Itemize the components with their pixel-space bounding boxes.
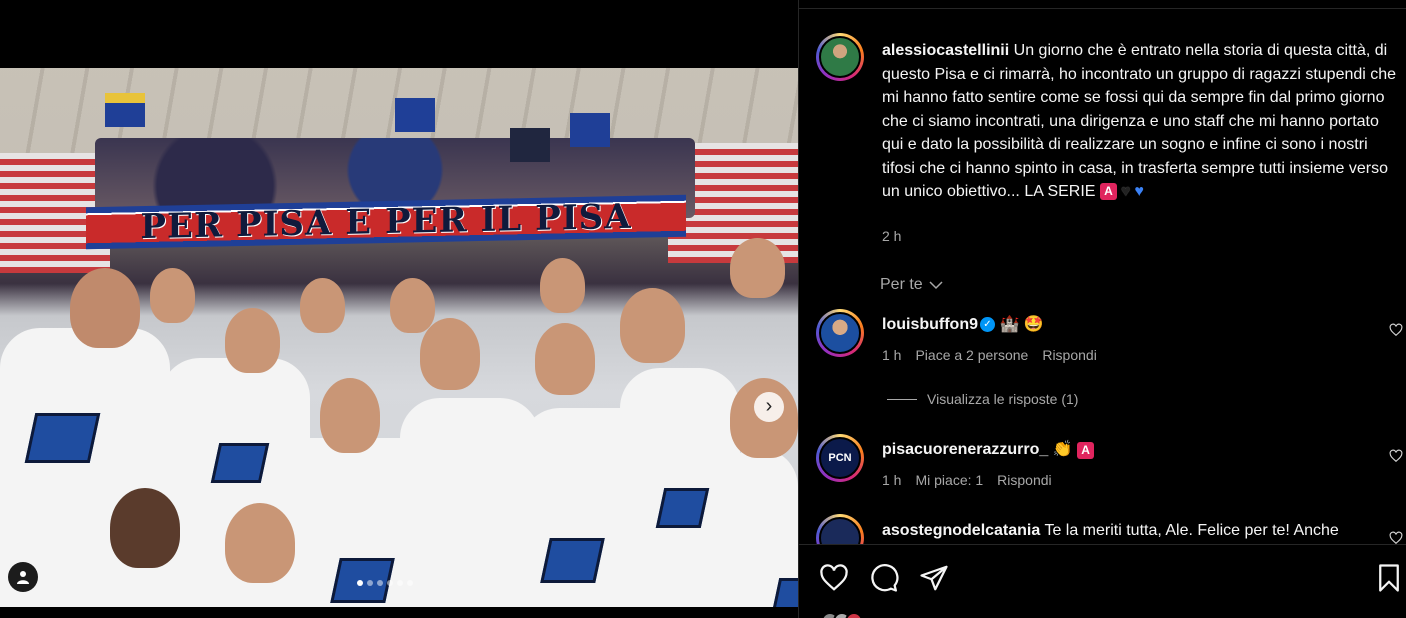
comment-meta: 1 h Piace a 2 persone Rispondi [882, 347, 1097, 363]
pcn-logo: PCN [819, 437, 861, 479]
comment-text: 🏰 🤩 [999, 316, 1044, 333]
share-icon[interactable] [919, 563, 949, 593]
caption-text: Un giorno che è entrato nella storia di … [882, 42, 1397, 200]
flag-decoration [395, 98, 435, 132]
carousel-dot [387, 580, 393, 586]
user-icon [17, 571, 29, 584]
comment-meta: 1 h Mi piace: 1 Rispondi [882, 472, 1052, 488]
carousel-dot [357, 580, 363, 586]
comment-item: pisacuorenerazzurro_ 👏 A [882, 439, 1382, 461]
view-replies-label: Visualizza le risposte (1) [927, 391, 1079, 407]
flag-decoration [510, 128, 550, 162]
sort-label: Per te [880, 276, 923, 293]
carousel-dot [397, 580, 403, 586]
liker-avatars[interactable] [821, 612, 863, 618]
liker-avatar [845, 612, 863, 618]
black-heart-icon: ♥ [1120, 183, 1131, 201]
carousel-dot [367, 580, 373, 586]
like-comment-heart-icon[interactable] [1389, 531, 1403, 544]
caption-timestamp[interactable]: 2 h [882, 228, 901, 244]
comment-username[interactable]: louisbuffon9 [882, 316, 978, 333]
clap-emoji: 👏 [1052, 441, 1073, 458]
post-actions [819, 563, 949, 593]
comment-time[interactable]: 1 h [882, 347, 901, 363]
carousel-dots [357, 580, 413, 586]
comment-text: Te la meriti tutta, Ale. Felice per te! … [1044, 522, 1339, 539]
reply-button[interactable]: Rispondi [997, 472, 1051, 488]
comment-username[interactable]: asostegnodelcatania [882, 522, 1040, 539]
flag-decoration [105, 93, 145, 127]
carousel-dot [407, 580, 413, 586]
a-badge-icon: A [1077, 442, 1095, 459]
carousel-dot [377, 580, 383, 586]
a-badge-icon: A [1099, 183, 1117, 201]
comment-likes[interactable]: Mi piace: 1 [915, 472, 983, 488]
like-comment-heart-icon[interactable] [1389, 449, 1403, 463]
like-heart-icon[interactable] [819, 563, 849, 593]
author-avatar[interactable] [816, 33, 864, 81]
commenter-avatar[interactable] [816, 514, 864, 544]
post-photo[interactable]: PER PISA E PER IL PISA › [0, 68, 798, 607]
comment-item: louisbuffon9 ✓ 🏰 🤩 [882, 314, 1382, 336]
comment-item: asostegnodelcatania Te la meriti tutta, … [882, 520, 1382, 542]
view-replies-button[interactable]: Visualizza le risposte (1) [887, 391, 1078, 407]
reply-button[interactable]: Rispondi [1042, 347, 1096, 363]
bookmark-icon[interactable] [1374, 563, 1404, 593]
flag-decoration [570, 113, 610, 147]
commenter-avatar[interactable] [816, 309, 864, 357]
comment-sort-dropdown[interactable]: Per te [880, 276, 943, 294]
like-comment-heart-icon[interactable] [1389, 323, 1403, 337]
tagged-users-button[interactable] [8, 562, 38, 592]
blue-heart-icon: ♥ [1134, 183, 1144, 201]
commenter-avatar[interactable]: PCN [816, 434, 864, 482]
carousel-next-button[interactable]: › [754, 392, 784, 422]
actions-divider [799, 544, 1406, 545]
caption-username[interactable]: alessiocastellinii [882, 42, 1009, 59]
comment-time[interactable]: 1 h [882, 472, 901, 488]
post-side-panel: alessiocastellinii Un giorno che è entra… [799, 9, 1406, 618]
post-media-panel: PER PISA E PER IL PISA › [0, 0, 798, 618]
comment-clip: asostegnodelcatania Te la meriti tutta, … [799, 509, 1406, 544]
post-caption: alessiocastellinii Un giorno che è entra… [882, 39, 1402, 204]
verified-badge-icon: ✓ [979, 317, 995, 333]
players-group [0, 238, 798, 607]
comment-username[interactable]: pisacuorenerazzurro_ [882, 441, 1048, 458]
comment-likes[interactable]: Piace a 2 persone [915, 347, 1028, 363]
comment-icon[interactable] [869, 563, 899, 593]
chevron-down-icon [929, 281, 943, 290]
